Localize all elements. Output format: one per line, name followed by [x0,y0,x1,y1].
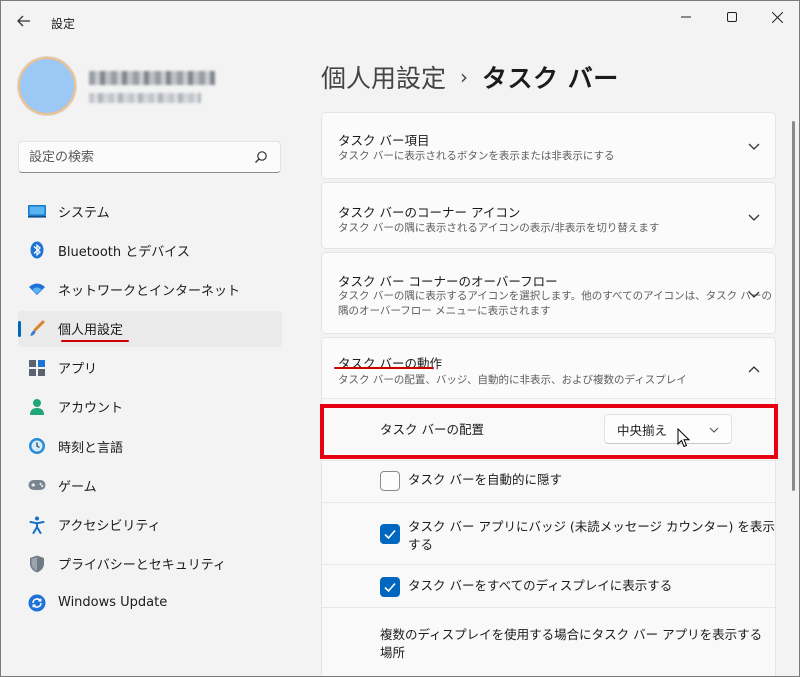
badges-label-line1: タスク バー アプリにバッジ (未読メッセージ カウンター) を表示 [408,519,775,534]
sidebar-item-label: プライバシーとセキュリティ [58,558,226,574]
sidebar-item-label: アカウント [58,401,124,417]
alignment-label: タスク バーの配置 [380,422,484,437]
settings-window: 設定 システム Blueto [0,0,800,677]
chevron-down-icon [748,143,760,150]
card-taskbar-corner-icons[interactable]: タスク バーのコーナー アイコン タスク バーの隅に表示されるアイコンの表示/非… [321,182,776,249]
network-icon [28,280,46,298]
sidebar-item-label: システム [58,205,110,221]
card-desc-line2: 隅のオーバーフロー メニューに表示されます [338,305,551,317]
close-button[interactable] [754,1,799,33]
chevron-down-icon [748,214,760,221]
annotation-underline [61,340,129,342]
checkmark-icon [384,582,396,593]
chevron-down-icon [709,427,719,433]
system-icon [28,202,46,220]
sidebar-item-system[interactable]: システム [18,193,282,229]
alignment-dropdown[interactable]: 中央揃え [604,414,732,444]
sidebar-item-label: 個人用設定 [58,323,124,339]
annotation-underline [334,367,434,369]
apps-icon [28,359,46,377]
all-displays-label: タスク バーをすべてのディスプレイに表示する [408,578,673,593]
window-title: 設定 [51,17,76,31]
sidebar-item-apps[interactable]: アプリ [18,350,282,386]
breadcrumb-parent[interactable]: 個人用設定 [321,59,446,95]
maximize-icon [727,12,737,22]
search-input[interactable] [29,149,249,165]
sidebar-item-label: アクセシビリティ [58,519,161,534]
multi-display-row: 複数のディスプレイを使用する場合にタスク バー アプリを表示する 場所 [322,607,775,676]
all-displays-checkbox[interactable] [380,577,400,597]
sidebar-item-accessibility[interactable]: アクセシビリティ [18,507,282,543]
badges-label-line2: する [408,537,434,552]
sidebar-item-label: Bluetooth とデバイス [58,244,190,260]
account-email-redacted [89,93,201,103]
card-title: タスク バー項目 [338,133,430,148]
sidebar-item-windows-update[interactable]: Windows Update [18,585,282,621]
account-icon [28,398,46,416]
card-title: タスク バーの動作 [338,356,442,371]
sidebar-item-accounts[interactable]: アカウント [18,389,282,425]
sidebar-item-label: アプリ [58,362,98,378]
account-name-redacted [89,71,215,85]
card-title: タスク バー コーナーのオーバーフロー [338,274,558,289]
breadcrumb-separator: › [460,65,469,89]
autohide-checkbox[interactable] [380,471,400,491]
scrollbar[interactable] [792,121,795,491]
autohide-label: タスク バーを自動的に隠す [408,472,562,487]
back-arrow-icon [17,15,30,27]
windows-update-icon [28,594,46,612]
avatar[interactable] [18,57,76,115]
sidebar-nav: システム Bluetooth とデバイス ネットワークとインターネット 個人用設… [18,193,282,624]
bluetooth-icon [28,241,46,259]
card-desc: タスク バーの配置、バッジ、自動的に非表示、および複数のディスプレイ [338,374,687,386]
checkmark-icon [384,529,396,540]
privacy-icon [28,555,46,573]
sidebar-item-privacy[interactable]: プライバシーとセキュリティ [18,546,282,582]
multi-display-label-line1: 複数のディスプレイを使用する場合にタスク バー アプリを表示する [380,627,763,642]
all-displays-row[interactable]: タスク バーをすべてのディスプレイに表示する [322,564,775,607]
mouse-cursor-icon [677,428,691,448]
card-taskbar-items[interactable]: タスク バー項目 タスク バーに表示されるボタンを表示または非表示にする [321,112,776,179]
multi-display-label-line2: 場所 [380,645,406,660]
sidebar-item-time-language[interactable]: 時刻と言語 [18,428,282,464]
badges-checkbox[interactable] [380,524,400,544]
breadcrumb: 個人用設定 › タスク バー [321,59,619,95]
gaming-icon [28,476,46,494]
card-desc: タスク バーの隅に表示されるアイコンの表示/非表示を切り替えます [338,222,660,234]
sidebar-item-network[interactable]: ネットワークとインターネット [18,271,282,307]
search-icon[interactable] [252,148,270,166]
sidebar-item-label: 時刻と言語 [58,440,124,456]
time-language-icon [28,437,46,455]
autohide-row[interactable]: タスク バーを自動的に隠す [322,460,775,502]
maximize-button[interactable] [709,1,755,33]
chevron-up-icon [748,366,760,373]
sidebar-item-personalization[interactable]: 個人用設定 [18,310,282,347]
alignment-dropdown-value: 中央揃え [617,422,668,438]
chevron-down-icon [748,291,760,298]
card-desc-line1: タスク バーの隅に表示するアイコンを選択します。他のすべてのアイコンは、タスク … [338,290,772,302]
card-title: タスク バーのコーナー アイコン [338,205,521,220]
personalization-icon [28,320,46,338]
sidebar-item-label: Windows Update [58,595,168,611]
search-box[interactable] [18,141,281,173]
back-button[interactable] [11,9,37,33]
close-icon [771,11,783,23]
sidebar-item-bluetooth[interactable]: Bluetooth とデバイス [18,232,282,268]
accessibility-icon [28,516,46,534]
minimize-icon [681,16,691,18]
sidebar-item-label: ゲーム [58,479,97,495]
title-bar: 設定 [1,1,799,41]
minimize-button[interactable] [663,1,709,33]
card-taskbar-corner-overflow[interactable]: タスク バー コーナーのオーバーフロー タスク バーの隅に表示するアイコンを選択… [321,252,776,334]
sidebar-item-gaming[interactable]: ゲーム [18,467,282,503]
card-desc: タスク バーに表示されるボタンを表示または非表示にする [338,150,615,162]
badges-row[interactable]: タスク バー アプリにバッジ (未読メッセージ カウンター) を表示 する [322,502,775,564]
page-title: タスク バー [482,64,619,93]
sidebar-item-label: ネットワークとインターネット [58,283,241,299]
